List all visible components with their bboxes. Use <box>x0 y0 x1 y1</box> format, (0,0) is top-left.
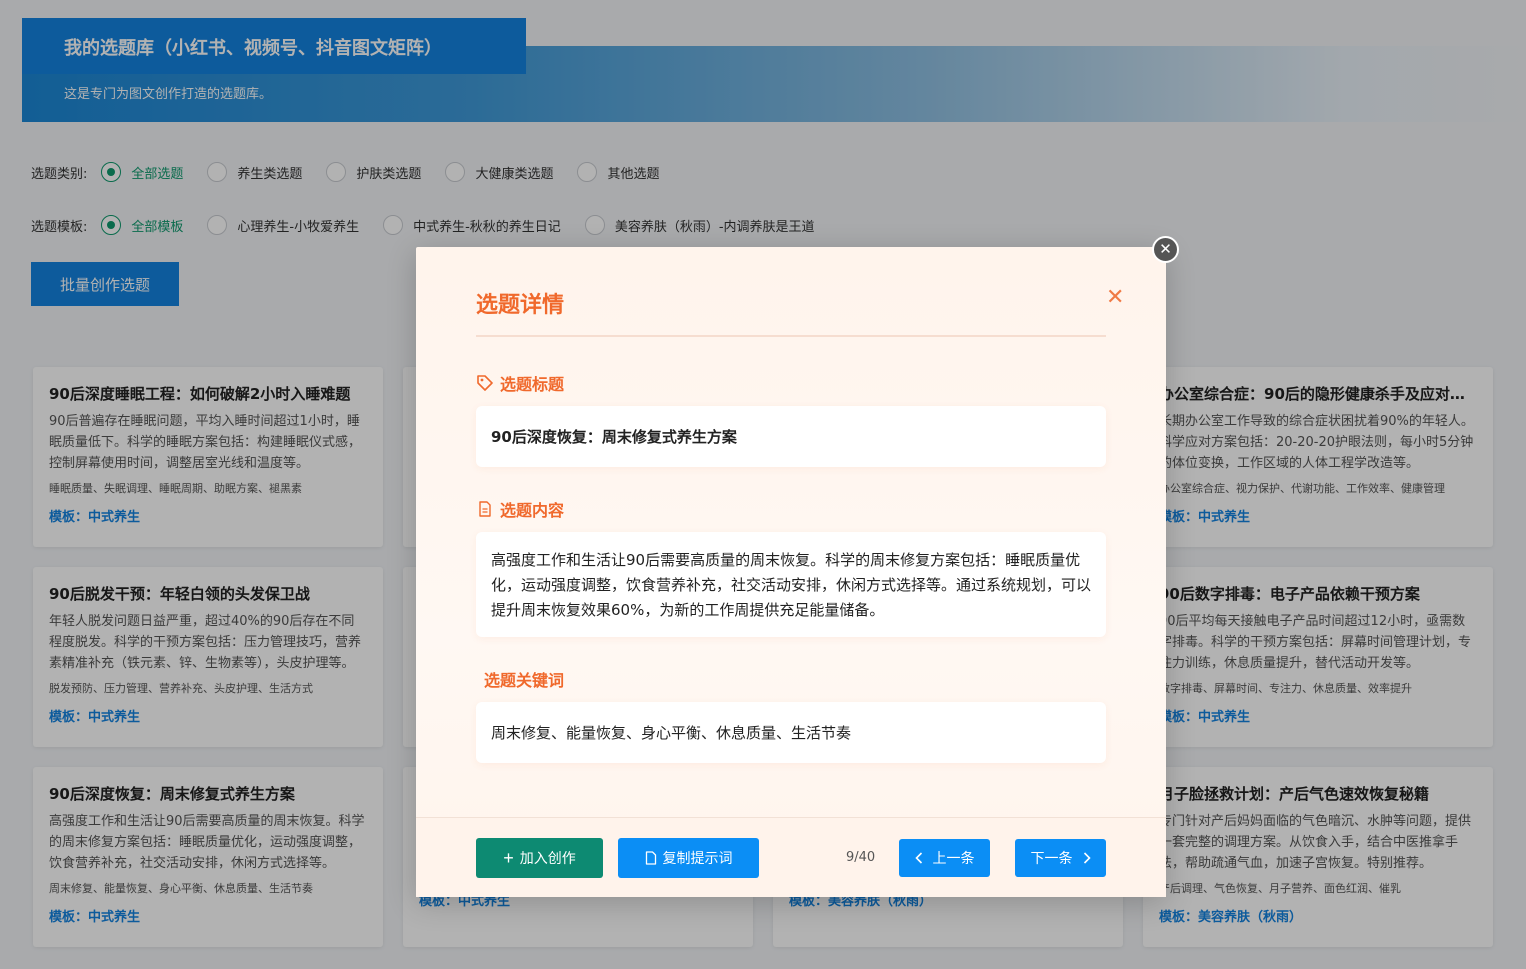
plus-icon: + <box>503 848 514 868</box>
close-icon[interactable]: ✕ <box>1106 287 1124 309</box>
topic-keywords-value: 周末修复、能量恢复、身心平衡、休息质量、生活节奏 <box>476 702 1106 763</box>
topic-detail-modal: 选题详情 ✕ 选题标题 90后深度恢复：周末修复式养生方案 选题内容 高强度工作… <box>416 247 1166 897</box>
section-content-label: 选题内容 <box>476 497 564 521</box>
add-to-create-button[interactable]: + 加入创作 <box>476 838 603 878</box>
copy-icon <box>645 851 657 865</box>
modal-heading: 选题详情 <box>476 293 565 318</box>
section-keywords-label: 选题关键词 <box>484 671 565 690</box>
prev-button[interactable]: 上一条 <box>899 839 990 877</box>
tag-icon <box>476 374 494 392</box>
topic-title-value: 90后深度恢复：周末修复式养生方案 <box>476 406 1106 467</box>
chevron-right-icon <box>1083 852 1091 864</box>
copy-prompt-button[interactable]: 复制提示词 <box>618 838 759 878</box>
chevron-left-icon <box>914 852 923 864</box>
modal-footer: + 加入创作 复制提示词 9/40 上一条 下一条 <box>416 817 1166 897</box>
modal-divider <box>476 335 1106 337</box>
document-icon <box>476 500 494 518</box>
section-title-label: 选题标题 <box>476 371 564 395</box>
topic-content-value: 高强度工作和生活让90后需要高质量的周末恢复。科学的周末修复方案包括：睡眠质量优… <box>476 532 1106 637</box>
next-button[interactable]: 下一条 <box>1015 839 1106 877</box>
close-circle-icon[interactable]: ✕ <box>1152 236 1179 263</box>
pager-indicator: 9/40 <box>846 850 876 865</box>
